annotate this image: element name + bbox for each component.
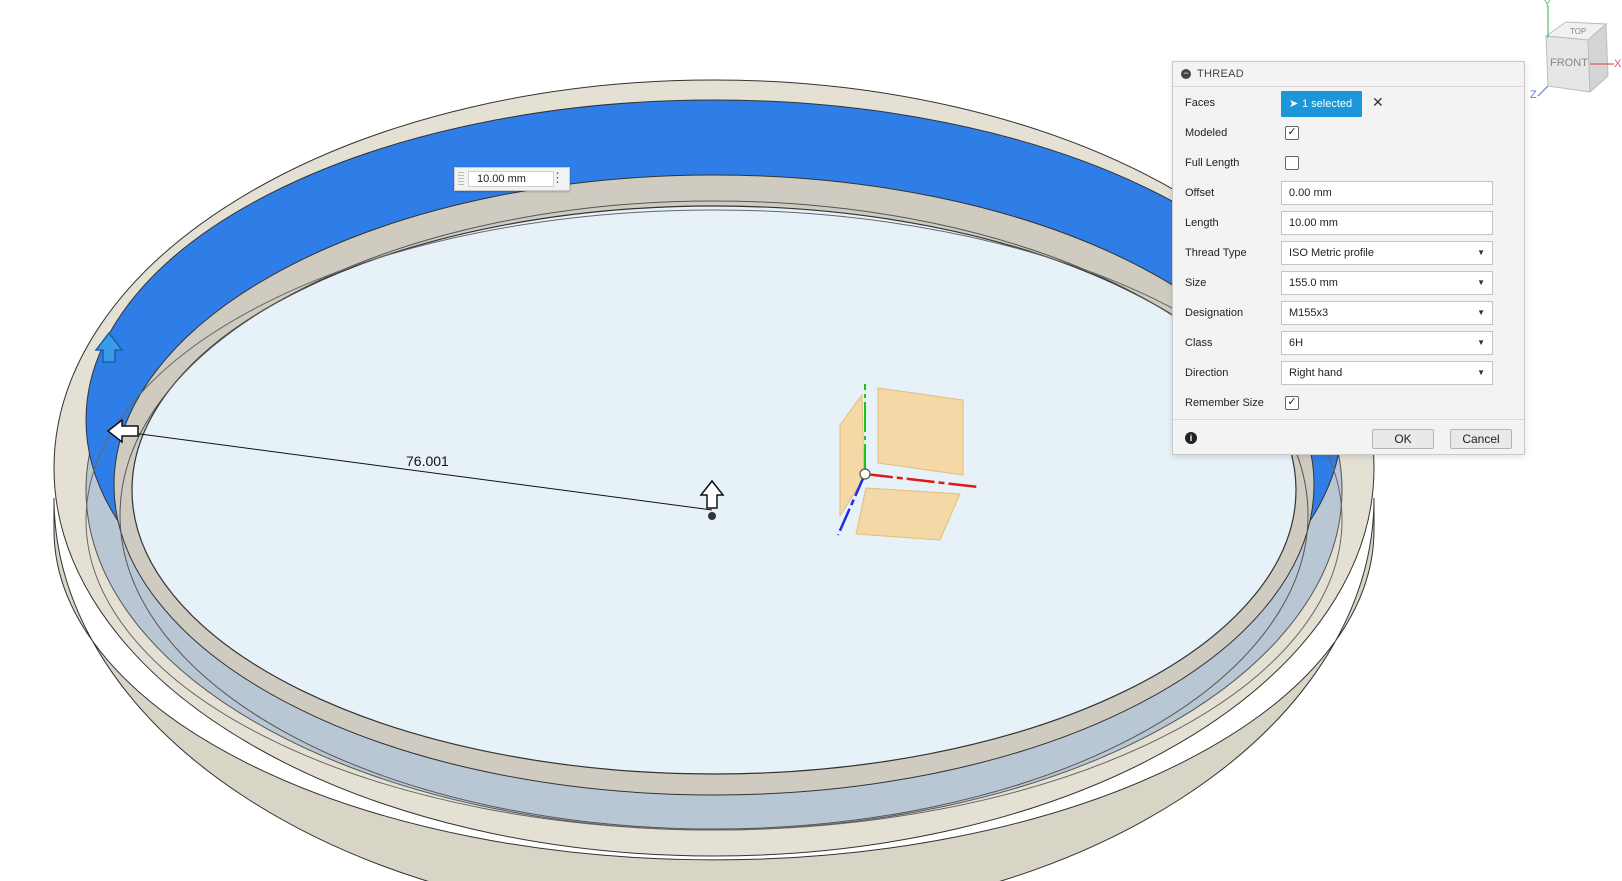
direction-select[interactable]: Right hand ▼ [1281, 361, 1493, 385]
full-length-label: Full Length [1185, 157, 1240, 169]
dropdown-caret-icon: ▼ [1477, 368, 1485, 377]
clear-selection-icon[interactable]: ✕ [1372, 94, 1384, 111]
offset-input[interactable]: 0.00 mm [1281, 181, 1493, 205]
modeled-row: Modeled ✓ [1173, 118, 1524, 148]
class-select[interactable]: 6H ▼ [1281, 331, 1493, 355]
center-point [708, 512, 716, 520]
designation-label: Designation [1185, 307, 1244, 319]
thread-type-select[interactable]: ISO Metric profile ▼ [1281, 241, 1493, 265]
offset-label: Offset [1185, 187, 1215, 199]
modeled-checkbox[interactable]: ✓ [1285, 126, 1299, 140]
class-value: 6H [1289, 337, 1304, 349]
dialog-header: − THREAD [1173, 62, 1524, 87]
designation-select[interactable]: M155x3 ▼ [1281, 301, 1493, 325]
info-icon[interactable]: i [1185, 432, 1197, 444]
offset-row: Offset 0.00 mm [1173, 178, 1524, 208]
length-input[interactable]: 10.00 mm [1281, 211, 1493, 235]
origin-point[interactable] [859, 468, 871, 480]
length-float-value[interactable]: 10.00 mm [468, 171, 554, 187]
designation-value: M155x3 [1289, 307, 1329, 319]
size-row: Size 155.0 mm ▼ [1173, 268, 1524, 298]
remember-size-label: Remember Size [1185, 397, 1264, 409]
remember-size-row: Remember Size ✓ [1173, 388, 1524, 418]
thread-type-label: Thread Type [1185, 247, 1247, 259]
cancel-button[interactable]: Cancel [1450, 429, 1512, 449]
viewcube-y-label: Y [1544, 0, 1551, 10]
remember-size-checkbox[interactable]: ✓ [1285, 396, 1299, 410]
thread-type-row: Thread Type ISO Metric profile ▼ [1173, 238, 1524, 268]
class-label: Class [1185, 337, 1213, 349]
size-label: Size [1185, 277, 1207, 289]
faces-selection-value: 1 selected [1302, 98, 1353, 110]
class-row: Class 6H ▼ [1173, 328, 1524, 358]
viewcube-top-label: TOP [1570, 27, 1586, 36]
length-label: Length [1185, 217, 1219, 229]
direction-value: Right hand [1289, 367, 1343, 379]
direction-row: Direction Right hand ▼ [1173, 358, 1524, 388]
faces-selection-button[interactable]: ➤ 1 selected [1281, 91, 1362, 117]
origin-plane-xy [877, 387, 964, 476]
dropdown-caret-icon: ▼ [1477, 338, 1485, 347]
dialog-footer: i OK Cancel [1173, 419, 1524, 455]
viewcube-z-axis [1537, 85, 1549, 97]
thread-dialog: − THREAD Faces ➤ 1 selected ✕ Modeled ✓ … [1172, 61, 1525, 455]
viewcube-x-label: X [1614, 58, 1622, 70]
designation-row: Designation M155x3 ▼ [1173, 298, 1524, 328]
thread-type-value: ISO Metric profile [1289, 247, 1374, 259]
modeled-label: Modeled [1185, 127, 1228, 139]
viewcube-z-label: Z [1530, 89, 1537, 100]
more-options-icon[interactable]: ⋮ [551, 170, 564, 186]
size-select[interactable]: 155.0 mm ▼ [1281, 271, 1493, 295]
dropdown-caret-icon: ▼ [1477, 308, 1485, 317]
view-cube[interactable]: TOP FRONT X Y Z [1528, 0, 1622, 101]
collapse-icon[interactable]: − [1181, 69, 1191, 79]
ok-button[interactable]: OK [1372, 429, 1434, 449]
dialog-title: THREAD [1197, 68, 1245, 80]
faces-label: Faces [1185, 97, 1215, 109]
dropdown-caret-icon: ▼ [1477, 278, 1485, 287]
cursor-icon: ➤ [1289, 98, 1299, 110]
length-float-input[interactable]: 10.00 mm ⋮ [454, 167, 570, 191]
full-length-row: Full Length [1173, 148, 1524, 178]
dropdown-caret-icon: ▼ [1477, 248, 1485, 257]
full-length-checkbox[interactable] [1285, 156, 1299, 170]
radius-dimension-label[interactable]: 76.001 [406, 453, 449, 469]
length-row: Length 10.00 mm [1173, 208, 1524, 238]
drag-grip-icon[interactable] [458, 172, 464, 186]
viewcube-front-label: FRONT [1550, 57, 1588, 69]
direction-label: Direction [1185, 367, 1229, 379]
faces-row: Faces ➤ 1 selected ✕ [1173, 88, 1524, 118]
size-value: 155.0 mm [1289, 277, 1338, 289]
